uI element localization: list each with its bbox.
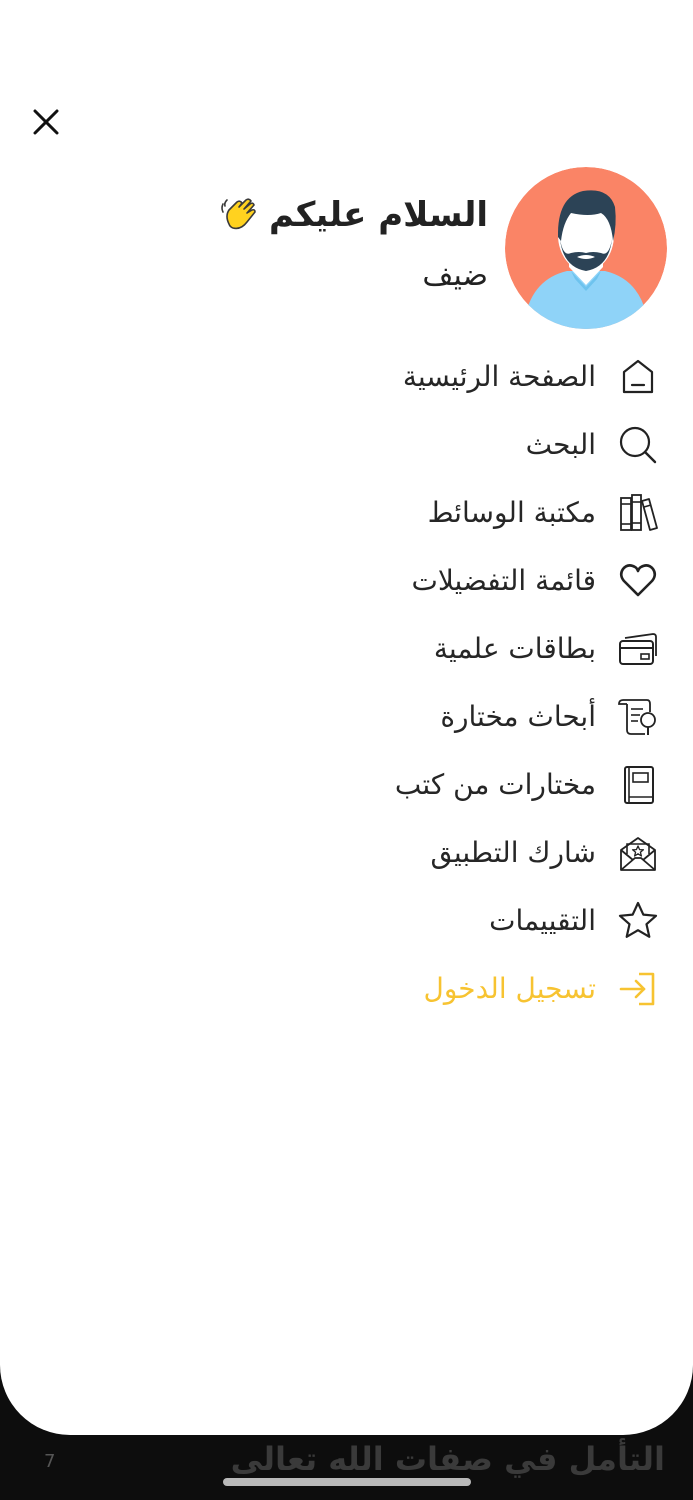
menu-item-label: أبحاث مختارة bbox=[440, 699, 596, 733]
scroll-search-icon bbox=[618, 699, 656, 735]
user-avatar bbox=[505, 167, 667, 329]
menu-item-login[interactable]: تسجيل الدخول bbox=[0, 954, 693, 1022]
greeting-label: السلام عليكم bbox=[268, 195, 488, 235]
cards-icon bbox=[619, 633, 657, 665]
menu-item-label: التقييمات bbox=[489, 903, 596, 937]
menu-item-label: تسجيل الدخول bbox=[423, 971, 596, 1005]
menu-item-label: قائمة التفضيلات bbox=[411, 563, 596, 597]
close-button[interactable] bbox=[28, 104, 64, 140]
home-indicator[interactable] bbox=[223, 1478, 471, 1486]
login-icon bbox=[619, 972, 655, 1006]
menu-item-media-library[interactable]: مكتبة الوسائط bbox=[0, 478, 693, 546]
menu-item-ratings[interactable]: التقييمات bbox=[0, 886, 693, 954]
books-icon bbox=[620, 494, 658, 531]
menu-item-home[interactable]: الصفحة الرئيسية bbox=[0, 342, 693, 410]
menu-item-label: شارك التطبيق bbox=[430, 835, 596, 869]
close-icon bbox=[33, 109, 59, 135]
home-icon bbox=[622, 359, 654, 394]
menu-item-label: البحث bbox=[525, 427, 596, 461]
menu-item-label: الصفحة الرئيسية bbox=[402, 359, 596, 393]
menu-item-share-app[interactable]: شارك التطبيق bbox=[0, 818, 693, 886]
background-article-title: التأمل في صفات الله تعالى bbox=[230, 1440, 665, 1478]
greeting-text: السلام عليكم bbox=[219, 194, 488, 236]
menu-item-label: مكتبة الوسائط bbox=[427, 495, 596, 529]
waving-hand-icon bbox=[221, 198, 256, 230]
navigation-drawer: السلام عليكم ضيف الصفحة الرئيسية البحث م… bbox=[0, 0, 693, 1435]
star-icon bbox=[618, 901, 658, 938]
menu-item-label: بطاقات علمية bbox=[433, 631, 596, 665]
menu-item-label: مختارات من كتب bbox=[394, 767, 596, 801]
drawer-menu: الصفحة الرئيسية البحث مكتبة الوسائط قائم… bbox=[0, 342, 693, 1022]
menu-item-favorites[interactable]: قائمة التفضيلات bbox=[0, 546, 693, 614]
menu-item-search[interactable]: البحث bbox=[0, 410, 693, 478]
menu-item-flashcards[interactable]: بطاقات علمية bbox=[0, 614, 693, 682]
menu-item-book-excerpts[interactable]: مختارات من كتب bbox=[0, 750, 693, 818]
heart-icon bbox=[619, 564, 657, 597]
background-page-number: 7 bbox=[44, 1451, 56, 1472]
search-icon bbox=[619, 426, 657, 464]
share-envelope-icon bbox=[620, 837, 656, 871]
book-icon bbox=[624, 766, 654, 804]
username-label: ضيف bbox=[422, 258, 488, 293]
menu-item-selected-research[interactable]: أبحاث مختارة bbox=[0, 682, 693, 750]
